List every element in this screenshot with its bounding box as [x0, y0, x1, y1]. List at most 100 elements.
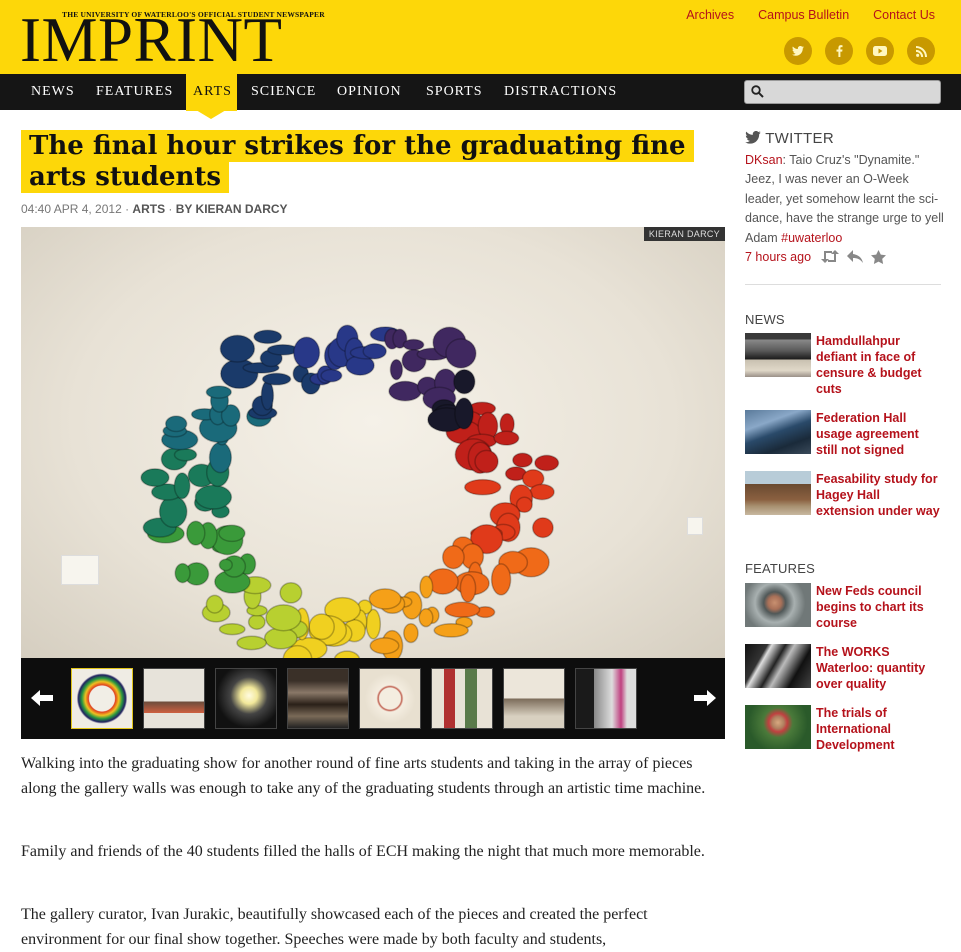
features-item-title[interactable]: The trials of International Development	[816, 705, 941, 753]
search-input[interactable]	[769, 83, 937, 101]
paint-blob	[279, 581, 303, 604]
wall-label-left	[61, 555, 99, 585]
features-item-title[interactable]: New Feds council begins to chart its cou…	[816, 583, 941, 631]
paint-blob	[419, 575, 434, 599]
paint-blob	[433, 623, 469, 638]
paint-blob	[444, 601, 481, 619]
nav-opinion[interactable]: OPINION	[337, 84, 402, 100]
paint-blob	[534, 454, 560, 472]
paint-blob	[459, 573, 477, 603]
paint-blob	[173, 448, 198, 462]
paint-blob	[218, 623, 246, 636]
news-item-title[interactable]: Federation Hall usage agreement still no…	[816, 410, 941, 458]
gallery-thumb[interactable]	[215, 668, 277, 729]
photo-credit: KIERAN DARCY	[643, 227, 725, 241]
paint-blob	[531, 517, 554, 539]
paint-blob	[218, 558, 233, 572]
paint-blob	[490, 563, 512, 596]
gallery-thumb[interactable]	[431, 668, 493, 729]
gallery-thumb[interactable]	[143, 668, 205, 729]
twitter-icon[interactable]	[784, 37, 812, 65]
gallery-thumb[interactable]	[287, 668, 349, 729]
paint-blob	[265, 604, 302, 632]
gallery-thumb[interactable]	[503, 668, 565, 729]
features-thumbnail[interactable]	[745, 644, 811, 688]
paint-blob	[218, 524, 246, 543]
article-title: The final hour strikes for the graduatin…	[21, 130, 711, 193]
tweet-user-link[interactable]: DKsan	[745, 153, 783, 167]
nav-features[interactable]: FEATURES	[96, 84, 173, 100]
paint-blob	[205, 385, 232, 399]
gallery-next-arrow-icon[interactable]	[694, 686, 716, 712]
paint-blob	[368, 588, 402, 610]
archives-link[interactable]: Archives	[686, 8, 734, 22]
nav-distractions[interactable]: DISTRACTIONS	[504, 84, 617, 100]
features-thumbnail[interactable]	[745, 705, 811, 749]
favorite-star-icon[interactable]	[870, 250, 886, 265]
paint-blob	[247, 614, 266, 630]
paint-blob	[164, 415, 188, 433]
wall-label-right	[687, 517, 703, 535]
paint-blob	[445, 338, 477, 369]
twitter-bird-icon	[745, 130, 761, 144]
news-item-title[interactable]: Hamdullahpur defiant in face of censure …	[816, 333, 941, 397]
features-heading: FEATURES	[745, 561, 815, 576]
top-links: Archives Campus Bulletin Contact Us	[686, 8, 935, 22]
article-paragraph: The gallery curator, Ivan Jurakic, beaut…	[21, 906, 648, 948]
campus-bulletin-link[interactable]: Campus Bulletin	[758, 8, 849, 22]
paint-blob	[158, 495, 188, 529]
gallery-thumb[interactable]	[359, 668, 421, 729]
article-byline[interactable]: BY KIERAN DARCY	[176, 202, 288, 216]
tweet: DKsan: Taio Cruz's "Dynamite." Jeez, I w…	[745, 151, 945, 267]
article-section-link[interactable]: ARTS	[132, 202, 165, 216]
news-item-title[interactable]: Feasability study for Hagey Hall extensi…	[816, 471, 941, 519]
facebook-icon[interactable]	[825, 37, 853, 65]
gallery-strip	[21, 658, 725, 739]
paint-blob	[140, 468, 170, 488]
paint-blob	[453, 369, 476, 395]
article-paragraph: Walking into the graduating show for ano…	[21, 755, 706, 797]
twitter-heading: TWITTER	[745, 130, 834, 147]
paint-blob	[205, 594, 224, 614]
nav-active-pointer	[196, 110, 226, 119]
gallery-prev-arrow-icon[interactable]	[31, 686, 53, 712]
nav-sports[interactable]: SPORTS	[426, 84, 483, 100]
paint-blob	[454, 397, 474, 430]
tweet-hashtag-link[interactable]: #uwaterloo	[781, 231, 842, 245]
nav-news[interactable]: NEWS	[31, 84, 75, 100]
paint-blob	[261, 372, 292, 386]
news-thumbnail[interactable]	[745, 410, 811, 454]
paint-blob	[512, 452, 533, 468]
features-item-title[interactable]: The WORKS Waterloo: quantity over qualit…	[816, 644, 941, 692]
nav-arts[interactable]: ARTS	[193, 84, 232, 100]
retweet-icon[interactable]	[820, 250, 839, 264]
paint-blob	[402, 338, 425, 351]
paint-blob	[236, 635, 267, 651]
imprint-logo[interactable]: IMPRINT	[20, 9, 283, 72]
sidebar-divider	[745, 284, 941, 285]
paint-blob	[493, 430, 520, 446]
news-thumbnail[interactable]	[745, 471, 811, 515]
features-thumbnail[interactable]	[745, 583, 811, 627]
paint-blob	[529, 483, 555, 501]
tweet-time-link[interactable]: 7 hours ago	[745, 250, 811, 264]
search-icon	[751, 85, 764, 98]
paint-blob	[389, 358, 404, 381]
masthead: THE UNIVERSITY OF WATERLOO'S OFFICIAL ST…	[0, 0, 961, 74]
search-box[interactable]	[744, 80, 941, 104]
rss-icon[interactable]	[907, 37, 935, 65]
gallery-thumb[interactable]	[71, 668, 133, 729]
contact-us-link[interactable]: Contact Us	[873, 8, 935, 22]
paint-blob	[369, 637, 400, 655]
paint-blob	[292, 336, 321, 369]
reply-icon[interactable]	[846, 250, 863, 264]
paint-blob	[474, 449, 499, 474]
paint-blob	[219, 334, 256, 363]
nav-science[interactable]: SCIENCE	[251, 84, 316, 100]
news-heading: NEWS	[745, 312, 785, 327]
youtube-icon[interactable]	[866, 37, 894, 65]
gallery-thumb[interactable]	[575, 668, 637, 729]
paint-blob	[253, 329, 283, 345]
article-paragraph: Family and friends of the 40 students fi…	[21, 843, 705, 860]
news-thumbnail[interactable]	[745, 333, 811, 377]
